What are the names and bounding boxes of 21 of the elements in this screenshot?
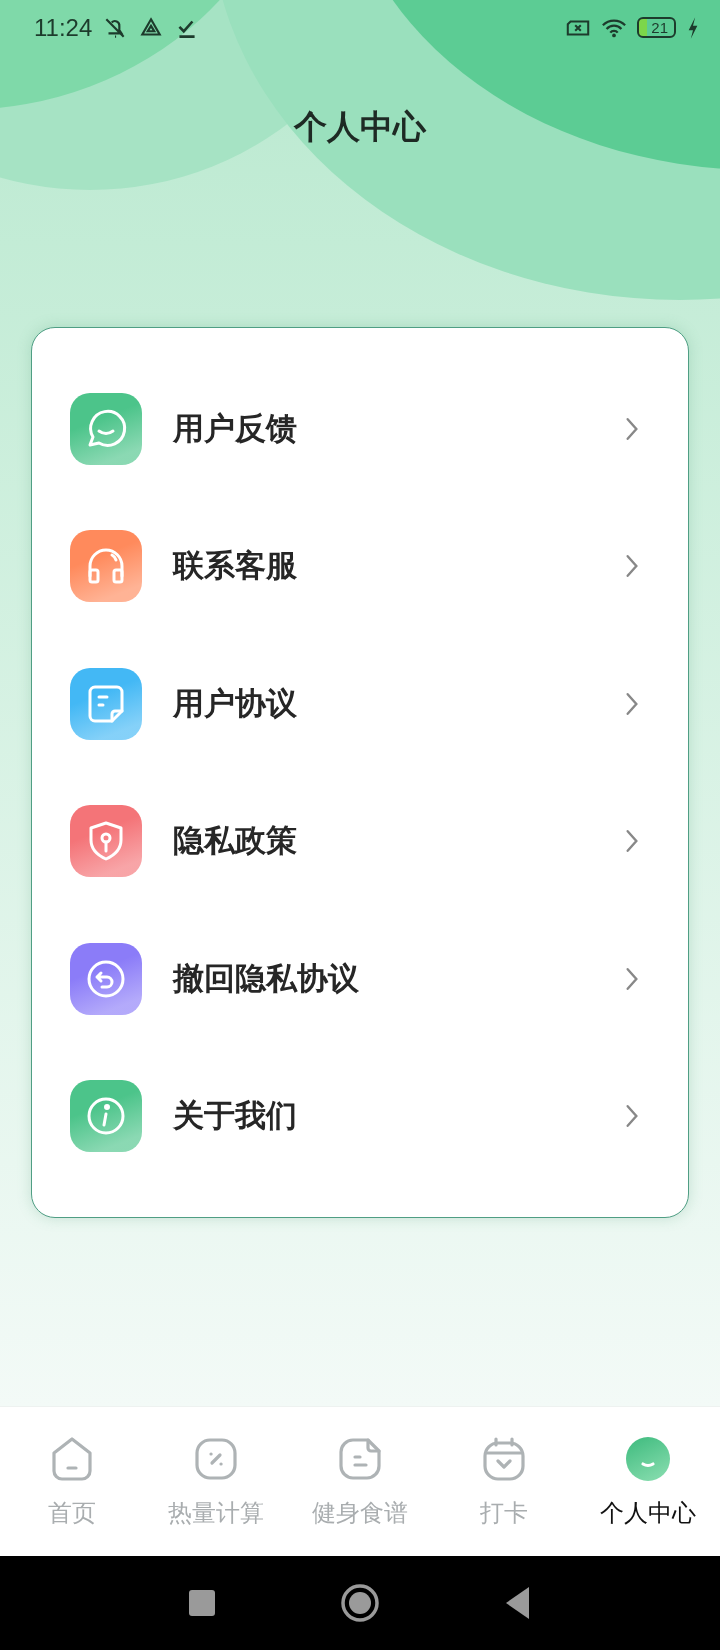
status-time: 11:24 [34, 13, 93, 42]
chevron-right-icon [624, 553, 640, 580]
doc-icon [336, 1435, 384, 1483]
chevron-right-icon [624, 828, 640, 855]
page-title: 个人中心 [294, 106, 426, 148]
smile-icon [624, 1435, 672, 1483]
chevron-right-icon [624, 965, 640, 992]
chevron-right-icon [624, 415, 640, 442]
menu-item[interactable]: 用户协议 [32, 635, 688, 773]
chevron-right-icon [624, 1103, 640, 1130]
menu-item[interactable]: 联系客服 [32, 497, 688, 635]
battery-level: 21 [637, 17, 676, 38]
menu-item[interactable]: 用户反馈 [32, 360, 688, 498]
menu-item[interactable]: 关于我们 [32, 1047, 688, 1185]
calendar-icon [480, 1435, 528, 1483]
circle-icon[interactable] [340, 1583, 380, 1623]
tab[interactable]: 个人中心 [576, 1407, 720, 1556]
percent-icon [192, 1435, 240, 1483]
chevron-right-icon [624, 690, 640, 717]
menu-item[interactable]: 隐私政策 [32, 772, 688, 910]
menu-item[interactable]: 撤回隐私协议 [32, 910, 688, 1048]
